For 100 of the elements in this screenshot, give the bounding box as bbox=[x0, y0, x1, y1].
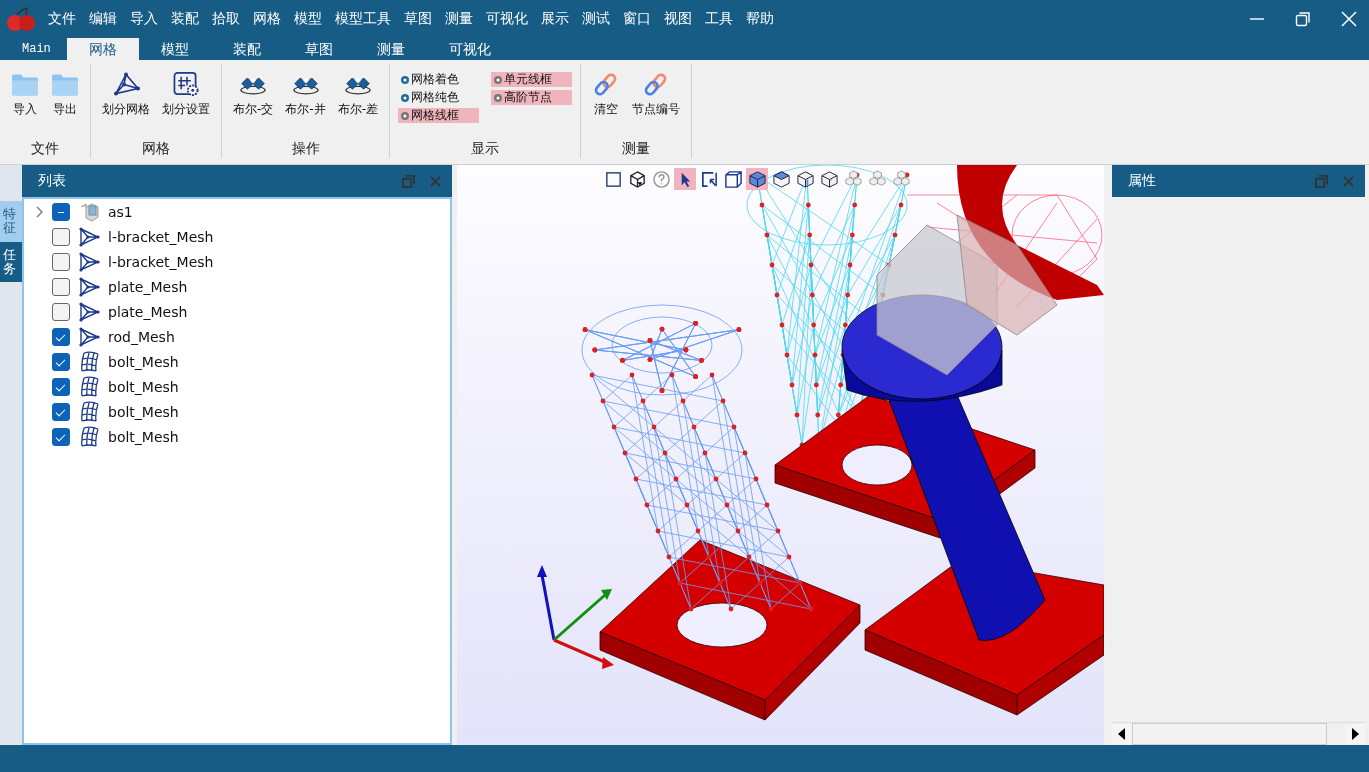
menu-item[interactable]: 拾取 bbox=[212, 10, 240, 28]
checkbox[interactable] bbox=[52, 327, 70, 346]
menu-item[interactable]: 帮助 bbox=[746, 10, 774, 28]
view-cube-icon bbox=[627, 169, 647, 189]
panel-title: 属性 bbox=[1128, 172, 1157, 190]
view-tool-button[interactable] bbox=[770, 168, 792, 190]
menu-item[interactable]: 网格 bbox=[253, 10, 281, 28]
view-tool-button[interactable] bbox=[674, 168, 696, 190]
part-icon bbox=[78, 200, 100, 223]
ribbon-button[interactable]: 清空 bbox=[589, 64, 624, 118]
display-toggle[interactable]: 网格着色 bbox=[398, 72, 480, 87]
view-tool-button[interactable] bbox=[818, 168, 840, 190]
mesh-icon bbox=[78, 250, 100, 273]
display-toggle[interactable]: 单元线框 bbox=[491, 72, 573, 87]
restore-icon[interactable] bbox=[1295, 11, 1311, 27]
tree-item-label[interactable]: l-bracket_Mesh bbox=[108, 228, 214, 245]
ribbon-tab[interactable]: 草图 bbox=[282, 38, 355, 60]
cube-stack-icon bbox=[843, 169, 863, 189]
ribbon-button[interactable]: 布尔-交 bbox=[230, 64, 277, 118]
checkbox[interactable] bbox=[52, 427, 70, 446]
ribbon-tab[interactable]: 可视化 bbox=[426, 38, 513, 60]
scrollbar-thumb[interactable] bbox=[1132, 723, 1327, 745]
display-toggle[interactable]: 高阶节点 bbox=[491, 90, 573, 105]
menu-item[interactable]: 模型工具 bbox=[335, 10, 391, 28]
dot-icon bbox=[400, 92, 411, 103]
ribbon-tab[interactable]: 模型 bbox=[138, 38, 211, 60]
tree-item-label[interactable]: bolt_Mesh bbox=[108, 428, 179, 445]
view-tool-button[interactable] bbox=[746, 168, 768, 190]
dot-icon bbox=[493, 74, 504, 85]
tree-item-label[interactable]: rod_Mesh bbox=[108, 328, 175, 345]
mesh-icon bbox=[78, 300, 100, 323]
checkbox[interactable] bbox=[52, 252, 70, 271]
menu-item[interactable]: 编辑 bbox=[89, 10, 117, 28]
menu-item[interactable]: 测试 bbox=[582, 10, 610, 28]
ribbon-tab[interactable]: 装配 bbox=[210, 38, 283, 60]
checkbox[interactable] bbox=[52, 302, 70, 321]
view-tool-button[interactable] bbox=[794, 168, 816, 190]
dot-icon bbox=[400, 74, 411, 85]
ribbon-button[interactable]: 划分设置 bbox=[159, 64, 213, 118]
tree-item-label[interactable]: l-bracket_Mesh bbox=[108, 253, 214, 270]
dot-icon bbox=[400, 110, 411, 121]
ribbon-tab[interactable]: 测量 bbox=[354, 38, 427, 60]
folder-icon bbox=[51, 72, 79, 97]
tree-item-label[interactable]: bolt_Mesh bbox=[108, 353, 179, 370]
ribbon-button[interactable]: 布尔-并 bbox=[282, 64, 329, 118]
ribbon-button[interactable]: 布尔-差 bbox=[334, 64, 382, 118]
menu-item[interactable]: 文件 bbox=[48, 10, 76, 28]
ribbon-tab[interactable]: Main bbox=[6, 38, 67, 60]
menu-item[interactable]: 窗口 bbox=[623, 10, 651, 28]
tree-item-label[interactable]: bolt_Mesh bbox=[108, 403, 179, 420]
grid-gear-icon bbox=[172, 72, 200, 97]
display-toggle[interactable]: 网格纯色 bbox=[398, 90, 480, 105]
3d-viewport[interactable] bbox=[457, 165, 1104, 745]
ribbon-button[interactable]: 划分网格 bbox=[99, 64, 153, 118]
menu-item[interactable]: 导入 bbox=[130, 10, 158, 28]
menu-item[interactable]: 视图 bbox=[664, 10, 692, 28]
checkbox[interactable] bbox=[52, 377, 70, 396]
menu-item[interactable]: 可视化 bbox=[486, 10, 528, 28]
menu-item[interactable]: 测量 bbox=[445, 10, 473, 28]
cube-corner-icon bbox=[819, 169, 839, 189]
ribbon-tab[interactable]: 网格 bbox=[66, 38, 139, 60]
checkbox[interactable] bbox=[52, 202, 70, 221]
ribbon-button[interactable]: 导入 bbox=[8, 64, 42, 118]
side-tab[interactable]: 特征 bbox=[0, 201, 22, 242]
tree-item-label[interactable]: bolt_Mesh bbox=[108, 378, 179, 395]
menu-item[interactable]: 展示 bbox=[541, 10, 569, 28]
checkbox[interactable] bbox=[52, 352, 70, 371]
scroll-right-icon[interactable] bbox=[1345, 724, 1365, 744]
checkbox[interactable] bbox=[52, 402, 70, 421]
scroll-left-icon[interactable] bbox=[1112, 724, 1132, 744]
chevron-icon[interactable] bbox=[34, 205, 44, 218]
side-tab[interactable]: 任务 bbox=[0, 241, 22, 283]
display-toggle[interactable]: 网格线框 bbox=[398, 108, 480, 123]
checkbox[interactable] bbox=[52, 277, 70, 296]
group-label: 文件 bbox=[30, 140, 60, 158]
cube-stack-icon bbox=[867, 169, 887, 189]
menu-item[interactable]: 草图 bbox=[404, 10, 432, 28]
axis-triad-icon bbox=[537, 565, 614, 669]
tree-item-label[interactable]: as1 bbox=[108, 203, 133, 220]
horizontal-scrollbar[interactable] bbox=[1112, 722, 1365, 745]
group-label: 显示 bbox=[470, 140, 501, 158]
checkbox[interactable] bbox=[52, 227, 70, 246]
cube-stack-icon bbox=[891, 169, 911, 189]
ribbon-button[interactable]: 导出 bbox=[48, 64, 82, 118]
group-label: 测量 bbox=[621, 140, 652, 158]
group-label: 网格 bbox=[141, 140, 171, 158]
menu-item[interactable]: 工具 bbox=[705, 10, 733, 28]
ribbon-button[interactable]: 节点编号 bbox=[629, 64, 684, 118]
shaded-cube-icon bbox=[747, 169, 767, 189]
tree-item-label[interactable]: plate_Mesh bbox=[108, 303, 188, 320]
mesh-icon bbox=[78, 225, 100, 248]
tree-item-label[interactable]: plate_Mesh bbox=[108, 278, 188, 295]
dot-icon bbox=[493, 92, 504, 103]
surface-grid-icon bbox=[78, 350, 100, 373]
cube-side-icon bbox=[795, 169, 815, 189]
mesh-icon bbox=[112, 72, 140, 97]
menu-item[interactable]: 装配 bbox=[171, 10, 199, 28]
view-tool-button[interactable] bbox=[722, 168, 744, 190]
surface-grid-icon bbox=[78, 425, 100, 448]
menu-item[interactable]: 模型 bbox=[294, 10, 322, 28]
